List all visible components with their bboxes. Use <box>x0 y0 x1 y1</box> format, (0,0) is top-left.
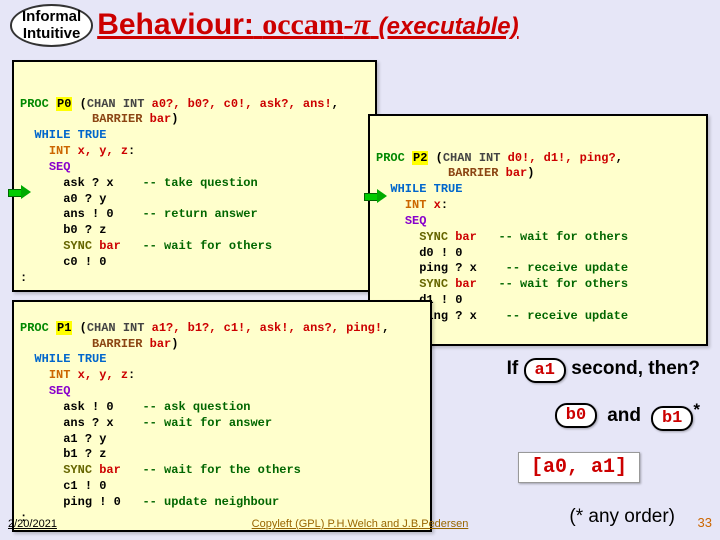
any-order-note: (* any order) <box>569 506 675 528</box>
footer-date: 2/20/2021 <box>8 518 57 530</box>
informal-intuitive-oval: InformalIntuitive <box>10 4 93 47</box>
code-p0: PROC P0 (CHAN INT a0?, b0?, c0!, ask?, a… <box>12 60 377 292</box>
answer-row: b0 and b1* <box>555 400 700 431</box>
bracket-list: [a0, a1] <box>518 452 640 483</box>
question-text: If a1 second, then? <box>507 358 700 383</box>
slide-title: Behaviour: occam-π (executable) <box>97 8 518 42</box>
arrow-icon <box>364 190 386 202</box>
arrow-icon <box>8 186 30 198</box>
chip-a1: a1 <box>524 358 566 383</box>
page-number: 33 <box>698 515 712 530</box>
chip-b0: b0 <box>555 403 597 428</box>
chip-b1: b1 <box>651 406 693 431</box>
footer-copyleft: Copyleft (GPL) P.H.Welch and J.B.Pederse… <box>252 518 469 530</box>
code-p1: PROC P1 (CHAN INT a1?, b1?, c1!, ask!, a… <box>12 300 432 532</box>
